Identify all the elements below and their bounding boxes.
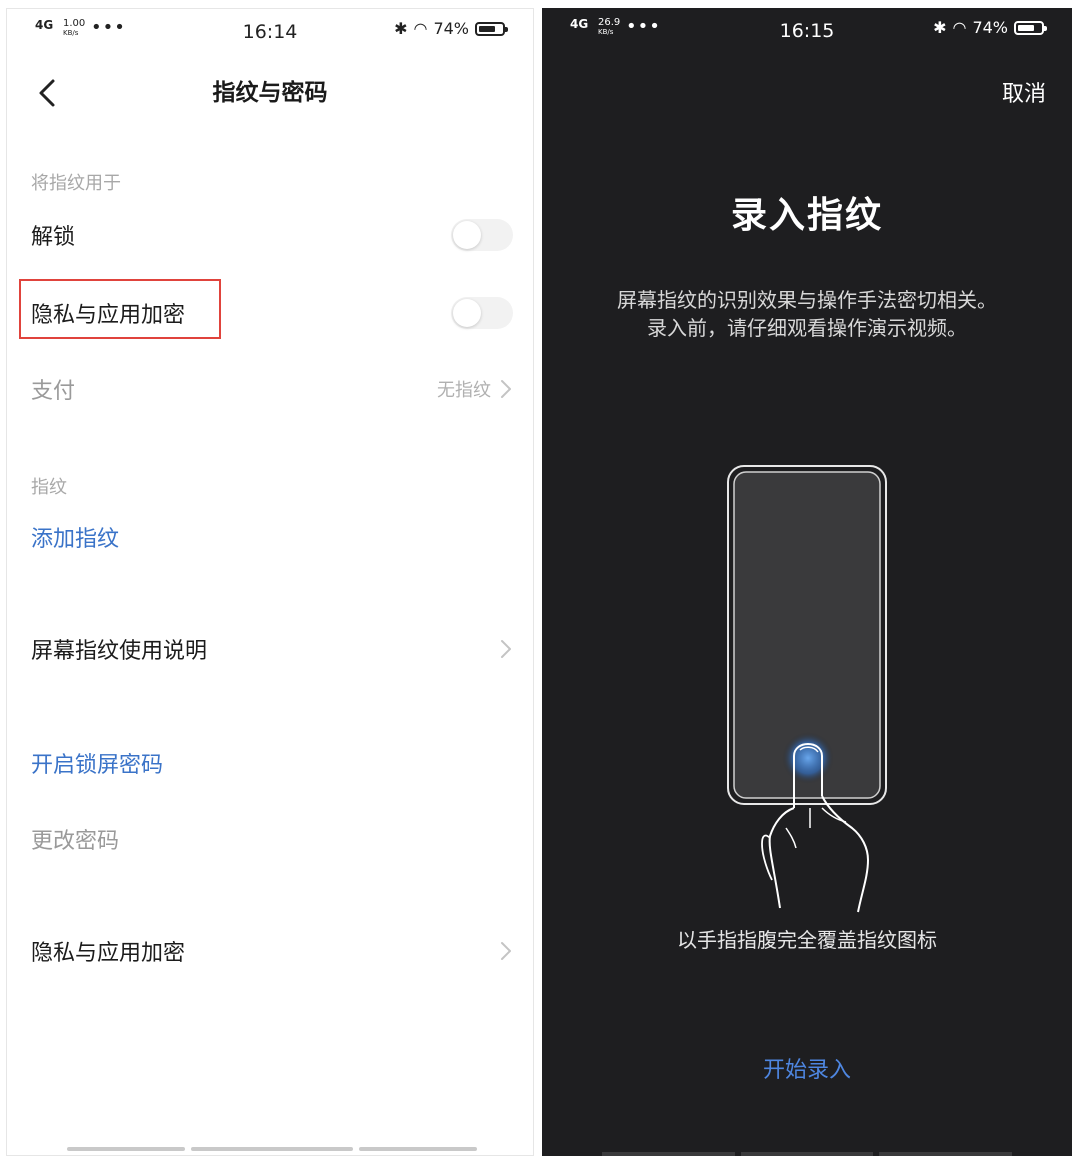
unlock-row[interactable]: 解锁 bbox=[31, 211, 513, 259]
phone-finger-illustration bbox=[722, 456, 892, 916]
cancel-button[interactable]: 取消 bbox=[1002, 76, 1046, 108]
enable-lock-password-label: 开启锁屏密码 bbox=[31, 753, 164, 778]
unlock-toggle[interactable] bbox=[451, 219, 513, 251]
fingerprint-instructions-label: 屏幕指纹使用说明 bbox=[31, 639, 208, 664]
home-indicator-segment bbox=[191, 1147, 353, 1151]
home-indicator-segment bbox=[602, 1152, 735, 1156]
battery-percent: 74% bbox=[433, 19, 469, 38]
home-indicator-segment bbox=[879, 1152, 1013, 1156]
home-indicator-segment bbox=[67, 1147, 185, 1151]
page-title: 指纹与密码 bbox=[212, 80, 328, 106]
home-indicator-segment bbox=[359, 1147, 477, 1151]
enroll-description-line2: 录入前，请仔细观看操作演示视频。 bbox=[647, 316, 967, 340]
battery-fill bbox=[1018, 24, 1035, 31]
change-password-label: 更改密码 bbox=[31, 829, 120, 854]
privacy-encryption-link-label: 隐私与应用加密 bbox=[31, 941, 186, 966]
status-right-icons: ✱ ◠ 74% bbox=[933, 18, 1047, 37]
wifi-icon: ◠ bbox=[952, 18, 967, 37]
home-indicator-segment bbox=[740, 1152, 874, 1156]
add-fingerprint-row[interactable]: 添加指纹 bbox=[31, 513, 513, 561]
bluetooth-icon: ✱ bbox=[933, 18, 947, 37]
enroll-hint: 以手指指腹完全覆盖指纹图标 bbox=[677, 928, 937, 952]
privacy-encryption-label: 隐私与应用加密 bbox=[31, 303, 186, 328]
battery-fill bbox=[479, 25, 496, 32]
wifi-icon: ◠ bbox=[413, 19, 428, 38]
battery-icon bbox=[475, 21, 508, 36]
fingerprint-settings-screen: 4G 1.00 KB/s ••• 16:14 ✱ ◠ 74% 指纹与密码 将指纹用… bbox=[6, 8, 534, 1156]
toggle-knob bbox=[453, 221, 481, 249]
phone-with-finger-icon bbox=[727, 465, 887, 913]
change-password-row[interactable]: 更改密码 bbox=[31, 815, 513, 863]
payment-row[interactable]: 支付 无指纹 bbox=[31, 365, 513, 413]
enroll-fingerprint-screen: 4G 26.9 KB/s ••• 16:15 ✱ ◠ 74% 取消 录入指纹 屏幕… bbox=[542, 8, 1072, 1156]
payment-trailing: 无指纹 bbox=[437, 376, 513, 402]
section-header-fingerprint: 指纹 bbox=[31, 477, 67, 498]
unlock-label: 解锁 bbox=[31, 225, 76, 250]
payment-label: 支付 bbox=[31, 379, 76, 404]
home-indicator bbox=[602, 1152, 1013, 1156]
chevron-right-icon bbox=[499, 638, 513, 660]
add-fingerprint-label: 添加指纹 bbox=[31, 527, 120, 552]
start-enroll-button[interactable]: 开始录入 bbox=[542, 1052, 1072, 1084]
chevron-right-icon bbox=[499, 940, 513, 962]
privacy-encryption-toggle[interactable] bbox=[451, 297, 513, 329]
privacy-encryption-link-row[interactable]: 隐私与应用加密 bbox=[31, 927, 513, 975]
enable-lock-password-row[interactable]: 开启锁屏密码 bbox=[31, 739, 513, 787]
enroll-description-line1: 屏幕指纹的识别效果与操作手法密切相关。 bbox=[617, 288, 997, 312]
status-right-icons: ✱ ◠ 74% bbox=[394, 19, 508, 38]
payment-value: 无指纹 bbox=[437, 380, 491, 401]
fingerprint-instructions-row[interactable]: 屏幕指纹使用说明 bbox=[31, 625, 513, 673]
status-bar: 4G 1.00 KB/s ••• 16:14 ✱ ◠ 74% bbox=[7, 9, 533, 55]
status-bar: 4G 26.9 KB/s ••• 16:15 ✱ ◠ 74% bbox=[542, 8, 1072, 54]
battery-percent: 74% bbox=[972, 18, 1008, 37]
bluetooth-icon: ✱ bbox=[394, 19, 408, 38]
enroll-title: 录入指纹 bbox=[730, 195, 883, 236]
toggle-knob bbox=[453, 299, 481, 327]
section-header-use-fingerprint: 将指纹用于 bbox=[31, 173, 121, 194]
privacy-encryption-row[interactable]: 隐私与应用加密 bbox=[31, 289, 513, 337]
battery-icon bbox=[1014, 20, 1047, 35]
chevron-right-icon bbox=[499, 378, 513, 400]
